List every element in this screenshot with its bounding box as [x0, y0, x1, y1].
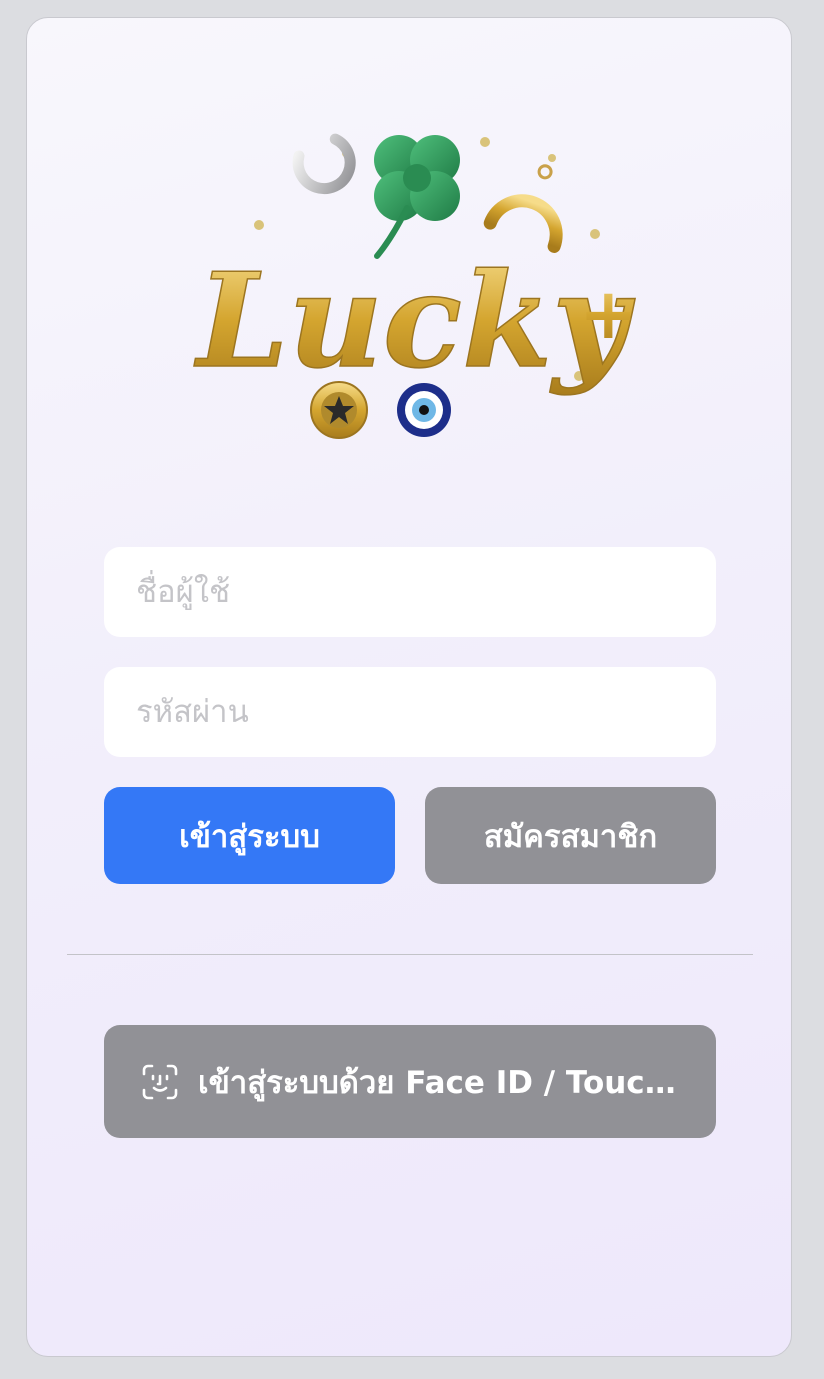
register-button[interactable]: สมัครสมาชิก — [425, 787, 716, 884]
star-coin-icon — [310, 381, 368, 439]
face-id-icon — [142, 1064, 178, 1099]
divider — [67, 954, 753, 955]
login-card: Lucky + เข้าสู่ระบบ สมัครสมาชิก — [26, 17, 792, 1357]
login-button-label: เข้าสู่ระบบ — [179, 818, 320, 855]
biometric-login-label: เข้าสู่ระบบด้วย Face ID / Touch... — [198, 1064, 678, 1101]
password-input[interactable] — [104, 667, 716, 757]
login-button[interactable]: เข้าสู่ระบบ — [104, 787, 395, 884]
logo-plus: + — [579, 273, 638, 355]
clover-icon — [374, 135, 460, 259]
silver-horseshoe-icon — [292, 133, 356, 195]
username-input[interactable] — [104, 547, 716, 637]
register-button-label: สมัครสมาชิก — [483, 818, 658, 855]
biometric-login-button[interactable]: เข้าสู่ระบบด้วย Face ID / Touch... — [104, 1025, 716, 1138]
evil-eye-icon — [397, 383, 451, 437]
gold-horseshoe-icon — [483, 164, 563, 253]
lucky-plus-logo: Lucky + — [192, 133, 638, 439]
logo-text: Lucky — [193, 244, 635, 397]
